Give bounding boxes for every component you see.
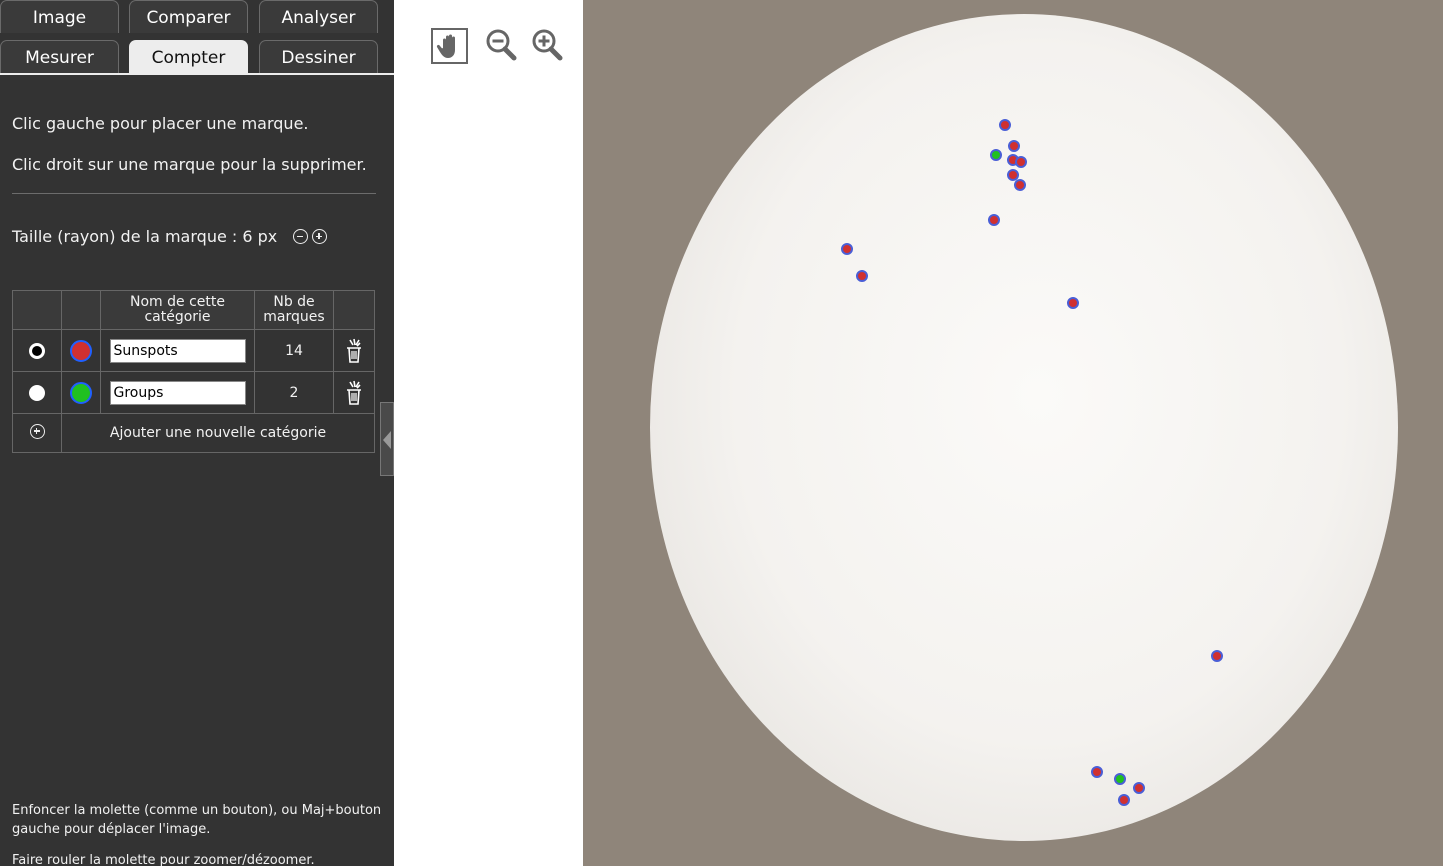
- tab-dessiner[interactable]: Dessiner: [259, 40, 378, 73]
- collapse-panel-button[interactable]: [380, 402, 394, 476]
- pan-hand-icon[interactable]: [431, 28, 468, 64]
- sunspot-mark[interactable]: [988, 214, 1000, 226]
- table-header-row: Nom de cette catégorie Nb de marques: [12, 290, 375, 330]
- zoom-in-icon[interactable]: [531, 28, 563, 62]
- header-delete: [333, 290, 375, 330]
- color-swatch-groups[interactable]: [70, 381, 92, 404]
- collapse-arrow-icon: [383, 431, 391, 449]
- table-row: 2: [12, 371, 375, 414]
- header-color: [61, 290, 101, 330]
- header-select: [12, 290, 62, 330]
- tab-analyser[interactable]: Analyser: [259, 0, 378, 33]
- tab-image[interactable]: Image: [0, 0, 119, 33]
- add-category-label[interactable]: Ajouter une nouvelle catégorie: [61, 413, 375, 453]
- category-table: Nom de cette catégorie Nb de marques 14 …: [12, 290, 375, 453]
- category-count: 14: [254, 329, 334, 372]
- sunspot-mark[interactable]: [999, 119, 1011, 131]
- category-name-field[interactable]: [109, 338, 246, 363]
- zoom-out-icon[interactable]: [485, 28, 517, 62]
- category-radio-groups[interactable]: [29, 384, 45, 401]
- sunspot-mark[interactable]: [1014, 179, 1026, 191]
- sunspot-mark[interactable]: [1118, 794, 1130, 806]
- decrease-size-button[interactable]: [293, 229, 309, 244]
- sunspot-mark[interactable]: [1133, 782, 1145, 794]
- add-circle-icon[interactable]: [29, 423, 45, 439]
- category-name-field[interactable]: [109, 380, 246, 405]
- sunspot-mark[interactable]: [1211, 650, 1223, 662]
- header-name: Nom de cette catégorie: [100, 290, 255, 330]
- tab-comparer[interactable]: Comparer: [129, 0, 248, 33]
- tab-underline: [0, 73, 394, 75]
- left-panel: Image Comparer Analyser Mesurer Compter …: [0, 0, 394, 866]
- instruction-left-click: Clic gauche pour placer une marque.: [12, 114, 309, 133]
- help-pan: Enfoncer la molette (comme un bouton), o…: [12, 803, 382, 837]
- sunspot-mark[interactable]: [856, 270, 868, 282]
- color-swatch-sunspots[interactable]: [70, 339, 92, 362]
- table-row: 14: [12, 329, 375, 372]
- divider: [12, 193, 376, 194]
- group-mark[interactable]: [990, 149, 1002, 161]
- trash-icon[interactable]: [343, 338, 365, 364]
- category-count: 2: [254, 371, 334, 414]
- sunspot-mark[interactable]: [841, 243, 853, 255]
- increase-size-button[interactable]: [312, 229, 328, 244]
- sunspot-mark[interactable]: [1067, 297, 1079, 309]
- sun-image: [650, 14, 1398, 841]
- group-mark[interactable]: [1114, 773, 1126, 785]
- add-category-row[interactable]: Ajouter une nouvelle catégorie: [12, 413, 375, 453]
- tab-mesurer[interactable]: Mesurer: [0, 40, 119, 73]
- mark-size-row: Taille (rayon) de la marque : 6 px: [12, 227, 328, 246]
- help-zoom: Faire rouler la molette pour zoomer/dézo…: [12, 853, 315, 866]
- instruction-right-click: Clic droit sur une marque pour la suppri…: [12, 155, 367, 174]
- sunspot-mark[interactable]: [1015, 156, 1027, 168]
- sunspot-mark[interactable]: [1091, 766, 1103, 778]
- trash-icon[interactable]: [343, 380, 365, 406]
- tab-compter[interactable]: Compter: [129, 40, 248, 73]
- image-viewer[interactable]: [583, 0, 1443, 866]
- header-count: Nb de marques: [254, 290, 334, 330]
- category-radio-sunspots[interactable]: [29, 342, 45, 359]
- mark-size-label: Taille (rayon) de la marque : 6 px: [12, 227, 278, 246]
- sunspot-mark[interactable]: [1008, 140, 1020, 152]
